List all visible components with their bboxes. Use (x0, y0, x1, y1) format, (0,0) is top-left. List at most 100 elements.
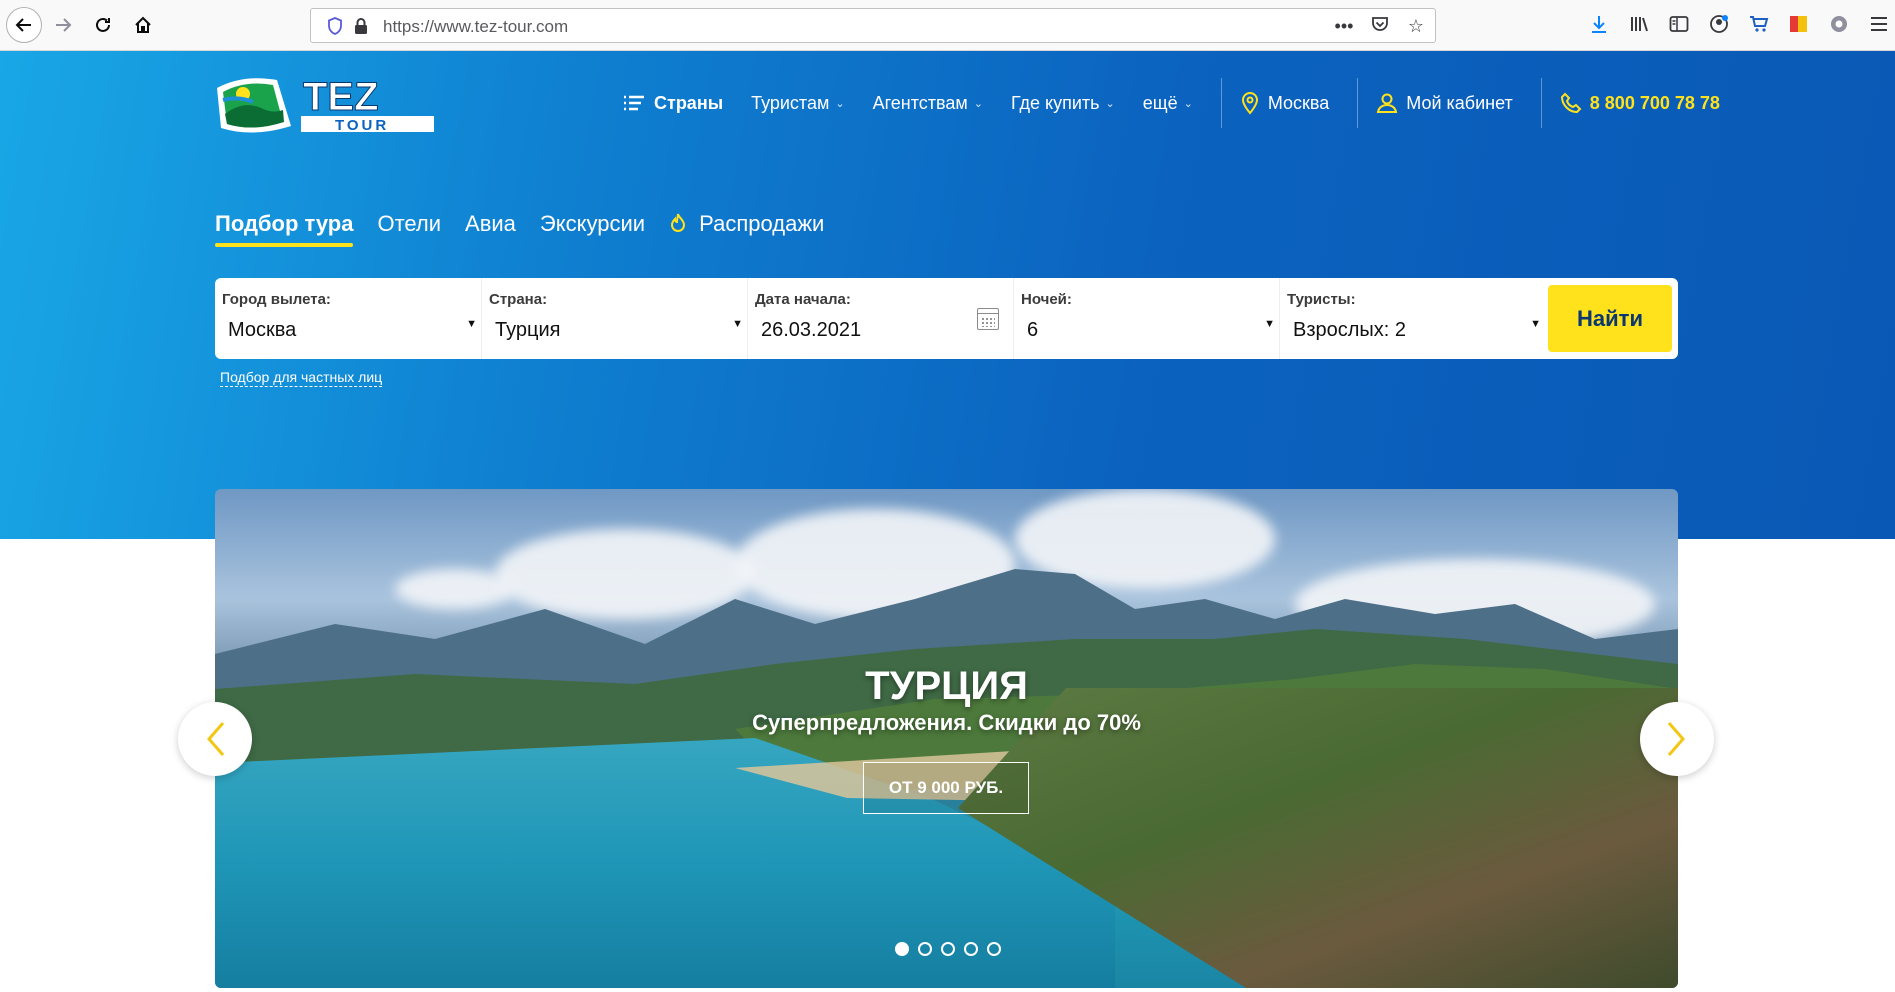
tab-label: Авиа (465, 211, 516, 236)
home-icon (135, 16, 151, 33)
account-icon[interactable] (1708, 12, 1730, 36)
chevron-right-icon (1667, 722, 1685, 756)
country-select[interactable]: Страна: Турция ▼ (481, 278, 747, 359)
caret-down-icon: ▼ (732, 318, 743, 330)
forward-button[interactable] (47, 9, 79, 41)
nav-divider (1540, 78, 1542, 128)
nav-cabinet[interactable]: Мой кабинет (1376, 92, 1513, 114)
slider-dots (895, 942, 1001, 956)
phone-number: 8 800 700 78 78 (1589, 92, 1720, 113)
field-value: 26.03.2021 (761, 319, 862, 341)
tez-tour-logo[interactable]: TEZ TOUR (213, 70, 438, 138)
nav-divider (1220, 78, 1222, 128)
chevron-left-icon (207, 722, 225, 756)
nav-cabinet-label: Мой кабинет (1406, 92, 1513, 113)
nav-countries[interactable]: Страны (622, 93, 723, 114)
menu-icon[interactable] (1868, 12, 1890, 36)
back-button[interactable] (6, 7, 42, 43)
tab-label: Распродажи (699, 211, 825, 236)
tab-hotels[interactable]: Отели (377, 211, 441, 247)
home-button[interactable] (127, 9, 159, 41)
slider-dot[interactable] (964, 942, 978, 956)
search-tabs: Подбор тура Отели Авиа Экскурсии Распрод… (215, 211, 824, 247)
banner-price-button[interactable]: ОТ 9 000 РУБ. (863, 762, 1029, 814)
field-label: Туристы: (1287, 291, 1356, 308)
caret-down-icon: ▼ (466, 318, 477, 330)
address-bar[interactable]: https://www.tez-tour.com ••• ☆ (310, 8, 1436, 43)
list-icon (624, 95, 644, 111)
flame-icon (669, 211, 693, 236)
field-label: Страна: (489, 291, 548, 308)
slider-prev-button[interactable] (178, 702, 252, 776)
nav-tourists-label: Туристам (751, 92, 830, 113)
field-value: 6 (1027, 319, 1039, 341)
field-value: Турция (495, 319, 561, 341)
phone-link[interactable]: 8 800 700 78 78 (1560, 92, 1720, 114)
chevron-down-icon: ⌄ (835, 97, 845, 110)
nav-agencies[interactable]: Агентствам ⌄ (873, 93, 983, 114)
download-icon[interactable] (1588, 12, 1610, 36)
location-pin-icon (1241, 91, 1258, 115)
slider-dot[interactable] (895, 942, 909, 956)
nav-city[interactable]: Москва (1240, 91, 1329, 115)
tab-label: Подбор тура (215, 211, 354, 236)
field-label: Ночей: (1021, 291, 1072, 308)
chevron-down-icon: ⌄ (1105, 97, 1115, 110)
field-label: Город вылета: (222, 291, 331, 308)
nav-countries-label: Страны (654, 92, 724, 113)
nav-where-buy[interactable]: Где купить ⌄ (1011, 93, 1115, 114)
reload-button[interactable] (87, 9, 119, 41)
chevron-down-icon: ⌄ (973, 97, 983, 110)
tab-sales[interactable]: Распродажи (669, 211, 824, 247)
bookmark-star-icon[interactable]: ☆ (1405, 16, 1427, 37)
user-icon (1377, 93, 1398, 113)
logo-tez-text: TEZ (303, 75, 379, 119)
arrow-right-icon (56, 18, 72, 32)
url-text[interactable]: https://www.tez-tour.com (383, 17, 568, 37)
tab-tour-search[interactable]: Подбор тура (215, 211, 354, 247)
shield-icon[interactable] (327, 17, 343, 40)
nav-where-buy-label: Где купить (1010, 92, 1100, 113)
nav-tourists[interactable]: Туристам ⌄ (751, 93, 845, 114)
calendar-icon[interactable] (977, 308, 999, 330)
field-value: Москва (228, 319, 297, 341)
logo-tour-text: TOUR (335, 117, 389, 134)
tour-search-form: Город вылета: Москва ▼ Страна: Турция ▼ … (215, 278, 1678, 359)
slider-dot[interactable] (918, 942, 932, 956)
browser-toolbar: https://www.tez-tour.com ••• ☆ (0, 0, 1895, 51)
page-actions-icon[interactable]: ••• (1333, 16, 1355, 37)
slider-dot[interactable] (987, 942, 1001, 956)
nights-select[interactable]: Ночей: 6 ▼ (1013, 278, 1279, 359)
field-value: Взрослых: 2 (1293, 319, 1407, 341)
field-label: Дата начала: (755, 291, 851, 308)
promo-banner[interactable]: ТУРЦИЯ Суперпредложения. Скидки до 70% О… (215, 489, 1678, 988)
caret-down-icon: ▼ (1530, 318, 1541, 330)
chevron-down-icon: ⌄ (1183, 97, 1193, 110)
sidebar-icon[interactable] (1668, 12, 1690, 36)
find-button[interactable]: Найти (1548, 285, 1672, 352)
start-date-field[interactable]: Дата начала: 26.03.2021 (747, 278, 1013, 359)
flag-extension-icon[interactable] (1788, 12, 1810, 36)
private-search-link[interactable]: Подбор для частных лиц (220, 369, 383, 387)
nav-more-label: ещё (1142, 92, 1178, 113)
slider-dot[interactable] (941, 942, 955, 956)
banner-subtitle: Суперпредложения. Скидки до 70% (752, 710, 1141, 735)
slider-next-button[interactable] (1640, 702, 1714, 776)
library-icon[interactable] (1628, 12, 1650, 36)
nav-agencies-label: Агентствам (872, 92, 968, 113)
pocket-icon[interactable] (1369, 15, 1391, 38)
banner-title: ТУРЦИЯ (865, 664, 1028, 708)
tab-excursions[interactable]: Экскурсии (540, 211, 645, 247)
caret-down-icon: ▼ (1264, 318, 1275, 330)
extension-icon[interactable] (1828, 12, 1850, 36)
tab-avia[interactable]: Авиа (465, 211, 516, 247)
departure-city-select[interactable]: Город вылета: Москва ▼ (215, 278, 481, 359)
arrow-left-icon (15, 18, 31, 32)
nav-city-label: Москва (1267, 92, 1330, 113)
nav-divider (1357, 78, 1359, 128)
tourists-select[interactable]: Туристы: Взрослых: 2 ▼ (1279, 278, 1545, 359)
nav-more[interactable]: ещё ⌄ (1143, 93, 1193, 114)
lock-icon[interactable] (354, 17, 368, 40)
cart-extension-icon[interactable] (1748, 12, 1770, 36)
phone-icon (1560, 92, 1582, 114)
